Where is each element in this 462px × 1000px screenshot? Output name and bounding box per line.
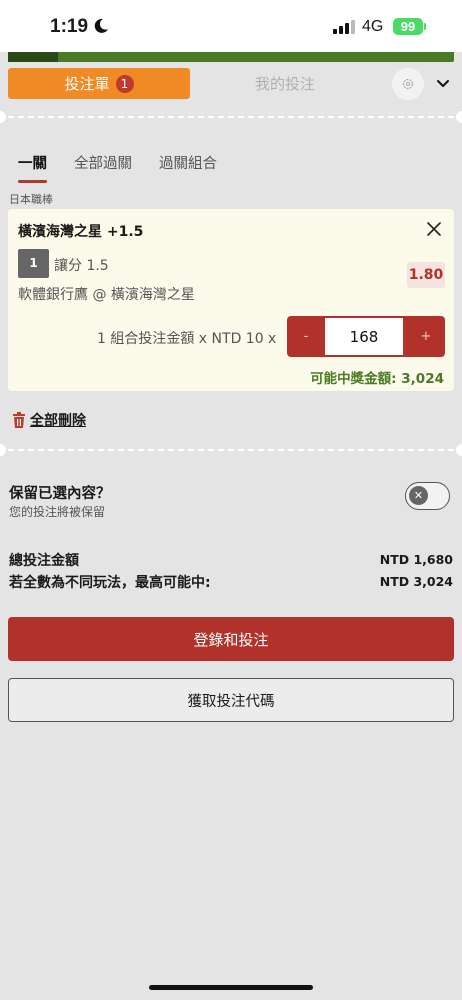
separator-notch-right	[456, 111, 462, 123]
network-type: 4G	[362, 18, 384, 35]
trash-icon	[13, 412, 25, 428]
status-time: 1:19	[50, 16, 89, 37]
total-stake-label: 總投注金額	[9, 553, 79, 569]
league-name: 日本職棒	[9, 193, 53, 206]
dashed-divider-2	[8, 449, 454, 451]
get-bet-code-label: 獲取投注代碼	[187, 693, 275, 710]
battery-tip	[424, 23, 426, 30]
max-payout-label: 若全數為不同玩法，最高可能中:	[9, 575, 211, 591]
tab-my-bets-label: 我的投注	[254, 75, 315, 93]
status-bar: 1:19 4G 99	[0, 0, 462, 52]
dashed-divider	[8, 116, 454, 118]
signal-icon	[333, 20, 355, 34]
max-payout-value: NTD 3,024	[379, 574, 453, 589]
stake-decrease-button[interactable]: -	[287, 316, 325, 357]
delete-all-label: 全部刪除	[30, 413, 86, 429]
stake-increase-button[interactable]: +	[407, 316, 445, 357]
tab-single[interactable]: 一關	[18, 152, 47, 183]
bet-market: 讓分 1.5	[54, 258, 109, 274]
tab-my-bets[interactable]: 我的投注	[230, 68, 340, 99]
stake-stepper: - +	[287, 316, 445, 357]
home-indicator[interactable]	[149, 985, 313, 990]
tab-parlay-combo[interactable]: 過關組合	[159, 152, 217, 173]
tab-all-parlay[interactable]: 全部過關	[74, 152, 132, 173]
login-and-bet-button[interactable]: 登錄和投注	[8, 617, 454, 661]
bet-tab-bar: 投注單 1 我的投注	[0, 62, 462, 110]
gear-icon	[402, 78, 414, 90]
stake-input[interactable]	[325, 318, 403, 355]
delete-all-button[interactable]: 全部刪除	[12, 410, 86, 430]
bet-index-box: 1	[18, 249, 49, 278]
close-icon[interactable]	[425, 220, 443, 238]
get-bet-code-button[interactable]: 獲取投注代碼	[8, 678, 454, 722]
potential-payout: 可能中獎金額: 3,024	[310, 371, 444, 387]
separator-notch-left	[0, 111, 6, 123]
moon-icon	[94, 18, 108, 33]
bet-count-badge: 1	[115, 74, 134, 93]
stake-label: 1 組合投注金額 x NTD 10 x	[97, 331, 277, 347]
separator-notch-right-2	[456, 444, 462, 456]
login-and-bet-label: 登錄和投注	[193, 630, 269, 649]
chevron-down-icon[interactable]	[434, 75, 452, 93]
settings-button[interactable]	[392, 68, 424, 100]
separator-notch-left-2	[0, 444, 6, 456]
tab-bet-slip-label: 投注單	[64, 75, 110, 93]
total-stake-value: NTD 1,680	[379, 552, 453, 567]
bet-odds: 1.80	[407, 262, 445, 288]
bet-card: 橫濱海灣之星 +1.5 1 讓分 1.5 1.80 軟體銀行鷹 @ 橫濱海灣之星…	[8, 209, 454, 391]
battery-indicator: 99	[393, 18, 423, 35]
bet-type-tabs: 一關 全部過關 過關組合	[18, 152, 244, 183]
background-banner-strip	[8, 52, 454, 62]
bet-selection-title: 橫濱海灣之星 +1.5	[18, 224, 144, 240]
bet-match: 軟體銀行鷹 @ 橫濱海灣之星	[18, 287, 195, 303]
keep-selection-toggle[interactable]: ✕	[405, 482, 450, 510]
close-icon: ✕	[409, 486, 428, 505]
keep-selection-title: 保留已選內容？	[9, 486, 111, 502]
keep-selection-subtitle: 您的投注將被保留	[9, 505, 106, 519]
tab-bet-slip[interactable]: 投注單 1	[8, 68, 190, 99]
